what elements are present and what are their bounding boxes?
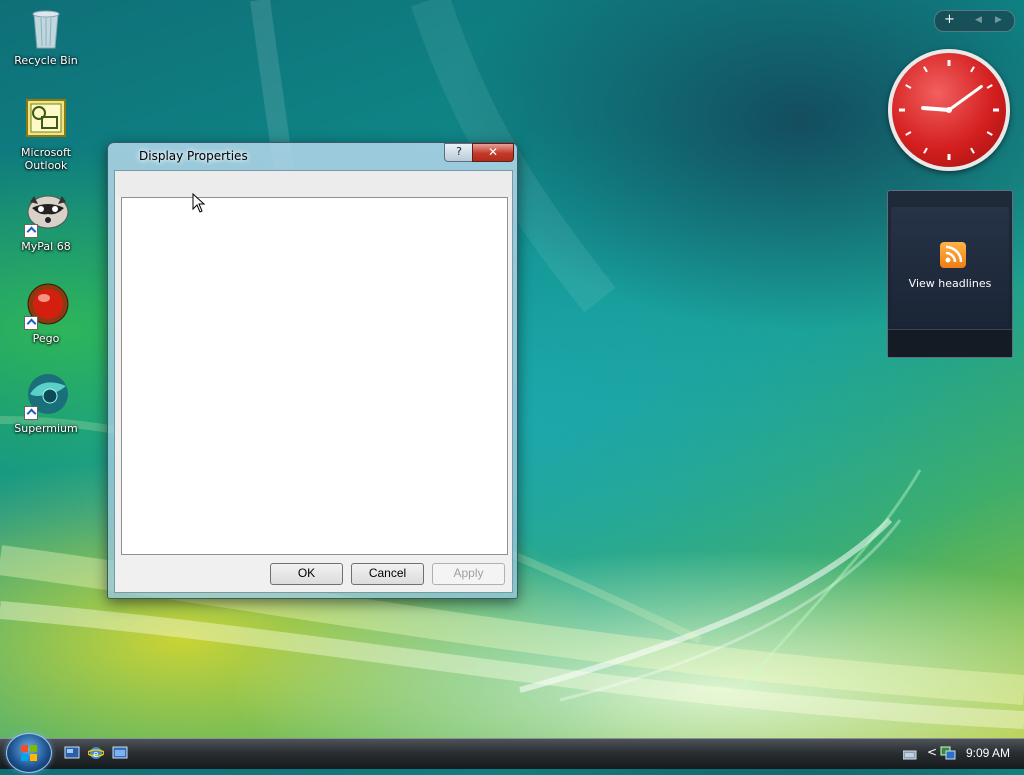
clock-tick xyxy=(905,84,912,89)
shortcut-arrow-icon xyxy=(24,224,38,238)
shortcut-arrow-icon xyxy=(24,406,38,420)
clock-tick xyxy=(905,131,912,136)
svg-text:e: e xyxy=(93,750,99,760)
desktop-icon-mypal-68[interactable]: MyPal 68 xyxy=(8,190,84,253)
desktop-icon-supermium[interactable]: Supermium xyxy=(8,372,84,435)
desktop-icon-label: Recycle Bin xyxy=(14,54,78,67)
property-panel xyxy=(121,197,508,555)
clock-face xyxy=(899,60,999,160)
desktop-icon-label: Supermium xyxy=(14,422,78,435)
view-headlines-label[interactable]: View headlines xyxy=(891,277,1009,290)
apply-button[interactable]: Apply xyxy=(432,563,505,585)
clock-tick xyxy=(923,66,928,73)
display-properties-dialog[interactable]: Display Properties ? ✕ OK Cancel Apply xyxy=(107,142,518,599)
clock-tick xyxy=(986,84,993,89)
supermium-icon xyxy=(22,372,70,420)
shortcut-arrow-icon xyxy=(24,316,38,330)
clock-gadget[interactable] xyxy=(888,49,1010,171)
pego-icon xyxy=(22,282,70,330)
cancel-button[interactable]: Cancel xyxy=(351,563,424,585)
clock-tick xyxy=(923,147,928,154)
dialog-title: Display Properties xyxy=(139,149,248,163)
clock-center xyxy=(946,107,952,113)
dialog-client-area: OK Cancel Apply xyxy=(114,170,513,593)
taskbar xyxy=(0,738,1024,769)
close-button[interactable]: ✕ xyxy=(472,143,514,162)
feed-headlines-gadget[interactable]: View headlines xyxy=(887,190,1013,358)
raccoon-icon xyxy=(22,190,70,238)
windows-logo-icon xyxy=(21,745,37,761)
ok-button[interactable]: OK xyxy=(270,563,343,585)
rss-icon xyxy=(940,242,966,268)
show-desktop-icon[interactable] xyxy=(64,746,80,760)
prev-gadgets-button[interactable]: ◀ xyxy=(975,15,982,25)
clock-tick xyxy=(970,147,975,154)
desktop-icon-recycle-bin[interactable]: Recycle Bin xyxy=(8,4,84,67)
help-button[interactable]: ? xyxy=(444,143,474,162)
switch-windows-icon[interactable] xyxy=(112,746,128,760)
desktop-icon-microsoft-outlook[interactable]: Microsoft Outlook xyxy=(8,96,84,172)
clock-tick xyxy=(986,131,993,136)
recycle-bin-icon xyxy=(22,4,70,52)
tray-expand-button[interactable]: < xyxy=(927,745,937,759)
desktop-icon-label: MyPal 68 xyxy=(21,240,71,253)
desktop-icon-label: Pego xyxy=(32,332,60,345)
next-gadgets-button[interactable]: ▶ xyxy=(995,15,1002,25)
tab-strip xyxy=(115,171,512,197)
start-orb-button[interactable] xyxy=(6,733,52,773)
keyboard-icon[interactable] xyxy=(903,750,917,760)
add-gadget-button[interactable]: + xyxy=(944,12,955,27)
network-icon[interactable] xyxy=(940,745,956,761)
desktop-icon-pego[interactable]: Pego xyxy=(8,282,84,345)
desktop-icon-label: Microsoft Outlook xyxy=(20,146,72,172)
internet-explorer-icon[interactable]: e xyxy=(88,746,104,760)
mouse-cursor-icon xyxy=(192,193,206,213)
taskbar-clock[interactable]: 9:09 AM xyxy=(966,746,1010,760)
feed-footer xyxy=(888,329,1012,357)
hour-hand xyxy=(921,105,951,112)
minute-hand xyxy=(947,84,983,112)
clock-tick xyxy=(970,66,975,73)
feed-content: View headlines xyxy=(891,207,1009,327)
sidebar-controls: + ◀ ▶ xyxy=(934,10,1015,32)
outlook-icon xyxy=(22,96,70,144)
